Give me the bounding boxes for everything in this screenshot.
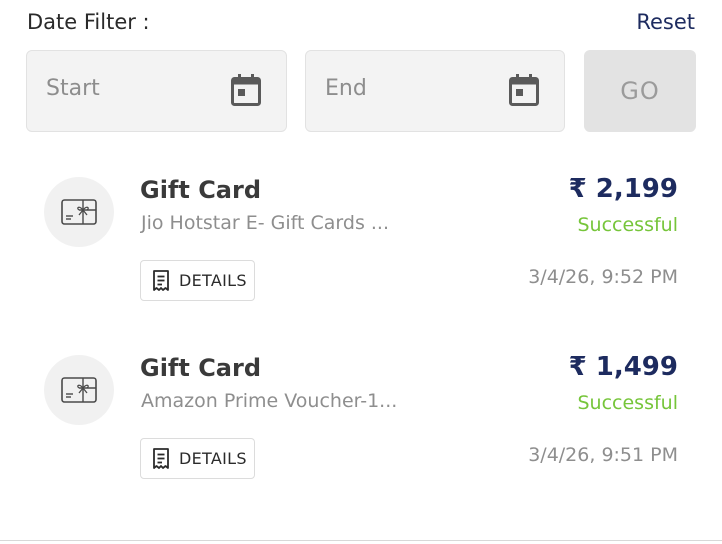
transaction-item[interactable]: Gift Card Jio Hotstar E- Gift Cards ... … bbox=[0, 160, 722, 320]
transaction-description: Jio Hotstar E- Gift Cards ... bbox=[141, 212, 390, 234]
transaction-timestamp: 3/4/26, 9:51 PM bbox=[528, 444, 678, 466]
calendar-icon[interactable] bbox=[509, 74, 539, 106]
date-filter-header: Date Filter : Reset bbox=[27, 10, 695, 40]
transaction-title: Gift Card bbox=[140, 176, 262, 204]
gift-card-icon bbox=[61, 199, 97, 225]
transaction-timestamp: 3/4/26, 9:52 PM bbox=[528, 266, 678, 288]
details-label: DETAILS bbox=[179, 271, 247, 290]
status-badge: Successful bbox=[577, 214, 679, 236]
gift-card-icon bbox=[61, 377, 97, 403]
go-button[interactable]: GO bbox=[584, 50, 696, 132]
avatar bbox=[44, 177, 114, 247]
end-date-field[interactable]: End bbox=[305, 50, 565, 132]
end-date-placeholder: End bbox=[325, 76, 367, 101]
transaction-description: Amazon Prime Voucher-1... bbox=[141, 390, 398, 412]
transaction-item[interactable]: Gift Card Amazon Prime Voucher-1... ₹ 1,… bbox=[0, 338, 722, 498]
receipt-icon bbox=[153, 269, 169, 291]
details-button[interactable]: DETAILS bbox=[140, 260, 255, 301]
calendar-icon[interactable] bbox=[231, 74, 261, 106]
transaction-amount: ₹ 1,499 bbox=[568, 352, 678, 382]
avatar bbox=[44, 355, 114, 425]
start-date-field[interactable]: Start bbox=[26, 50, 287, 132]
bottom-divider bbox=[0, 540, 722, 541]
transaction-title: Gift Card bbox=[140, 354, 262, 382]
start-date-placeholder: Start bbox=[46, 76, 100, 101]
details-button[interactable]: DETAILS bbox=[140, 438, 255, 479]
status-badge: Successful bbox=[577, 392, 679, 414]
transaction-amount: ₹ 2,199 bbox=[568, 174, 678, 204]
receipt-icon bbox=[153, 447, 169, 469]
reset-link[interactable]: Reset bbox=[636, 10, 695, 34]
date-filter-title: Date Filter : bbox=[27, 10, 150, 34]
details-label: DETAILS bbox=[179, 449, 247, 468]
